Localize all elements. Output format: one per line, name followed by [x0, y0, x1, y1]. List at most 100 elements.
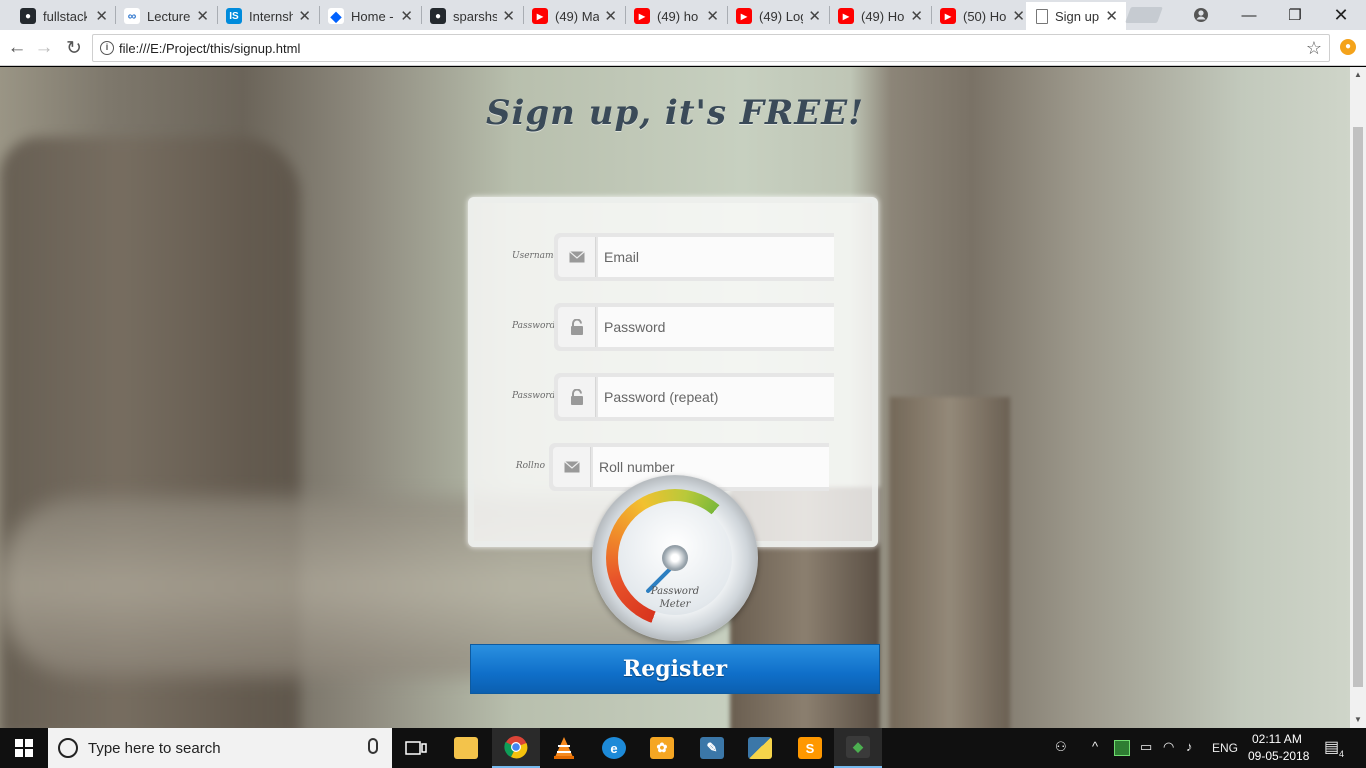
python-icon[interactable]	[736, 728, 784, 768]
close-icon[interactable]: ✕	[604, 7, 617, 25]
email-input[interactable]	[598, 237, 834, 277]
page-scrollbar[interactable]: ▲ ▼	[1350, 67, 1366, 728]
clock-date[interactable]: 09-05-2018	[1248, 749, 1309, 763]
forward-arrow-icon[interactable]: →	[32, 36, 56, 60]
close-icon[interactable]: ✕	[1105, 7, 1118, 25]
youtube-icon: ▶	[634, 8, 650, 24]
tab-label: fullstack	[43, 8, 87, 24]
tab-label: Sign up	[1055, 8, 1099, 24]
url-text[interactable]: file:///E:/Project/this/signup.html	[119, 41, 300, 56]
tab-youtube-4[interactable]: ▶ (49) Ho ✕	[830, 2, 931, 30]
microphone-icon[interactable]	[368, 738, 378, 754]
fl-studio-icon[interactable]: ✿	[638, 728, 686, 768]
tab-label: Internsh	[249, 8, 293, 24]
people-icon[interactable]: ⚇	[1055, 739, 1067, 755]
tab-label: (49) Ma	[555, 8, 599, 24]
tab-label: Lecture	[147, 8, 191, 24]
close-icon[interactable]: ✕	[502, 7, 515, 25]
tab-label: (49) ho	[657, 8, 699, 24]
scroll-down-icon[interactable]: ▼	[1354, 715, 1362, 724]
volume-icon[interactable]: ♪	[1186, 739, 1193, 754]
register-button[interactable]: Register	[470, 644, 880, 694]
chrome-icon[interactable]	[492, 728, 540, 768]
page-icon	[1036, 8, 1048, 24]
dropbox-icon: ◆	[328, 8, 344, 24]
star-icon[interactable]: ☆	[1306, 38, 1322, 59]
youtube-icon: ▶	[736, 8, 752, 24]
clock-time[interactable]: 02:11 AM	[1252, 732, 1302, 746]
language-indicator[interactable]: ENG	[1212, 741, 1238, 755]
meter-hub	[662, 545, 688, 571]
battery-icon[interactable]: ▭	[1140, 739, 1152, 755]
sublime-text-icon[interactable]: S	[786, 728, 834, 768]
tab-internshala[interactable]: IS Internsh ✕	[218, 2, 319, 30]
restore-button[interactable]: ❐	[1272, 0, 1318, 30]
tab-dropbox-home[interactable]: ◆ Home - ✕	[320, 2, 421, 30]
meter-label-line2: Meter	[659, 599, 691, 610]
python-idle-icon[interactable]: ✎	[688, 728, 736, 768]
close-icon[interactable]: ✕	[706, 7, 719, 25]
field-label: Username	[512, 251, 559, 261]
task-view-icon[interactable]	[392, 728, 440, 768]
file-explorer-icon[interactable]	[442, 728, 490, 768]
password-repeat-row: Password	[512, 373, 842, 421]
windows-logo-icon	[15, 739, 33, 757]
tab-sparshs[interactable]: ● sparshs ✕	[422, 2, 523, 30]
windows-start-button[interactable]	[0, 728, 48, 768]
roll-number-input[interactable]	[593, 447, 829, 487]
wifi-icon[interactable]: ◠	[1163, 739, 1174, 755]
git-icon[interactable]: ◆	[834, 728, 882, 768]
password-field-frame	[554, 303, 834, 351]
address-bar[interactable]: i file:///E:/Project/this/signup.html ☆	[92, 34, 1330, 62]
close-icon[interactable]: ✕	[196, 7, 209, 25]
tab-label: (49) Ho	[861, 8, 905, 24]
youtube-icon: ▶	[838, 8, 854, 24]
minimize-button[interactable]: —	[1226, 0, 1272, 30]
new-tab-button[interactable]	[1125, 7, 1163, 23]
tab-label: (49) Log	[759, 8, 803, 24]
info-icon[interactable]: i	[100, 41, 114, 55]
close-icon[interactable]: ✕	[1012, 7, 1025, 25]
field-label: Password	[512, 321, 556, 331]
tab-youtube-1[interactable]: ▶ (49) Ma ✕	[524, 2, 625, 30]
close-icon[interactable]: ✕	[808, 7, 821, 25]
scrollbar-thumb[interactable]	[1353, 127, 1363, 687]
envelope-icon	[553, 447, 591, 487]
windows-taskbar: Type here to search e ✿ ✎ S ◆ ⚇ ^ ▭ ◠ ♪ …	[0, 728, 1366, 768]
show-hidden-icons-icon[interactable]: ^	[1092, 739, 1098, 754]
close-icon[interactable]: ✕	[95, 7, 108, 25]
tab-lecture[interactable]: ∞ Lecture ✕	[116, 2, 217, 30]
extension-icon[interactable]: ●	[1340, 39, 1356, 55]
tab-youtube-2[interactable]: ▶ (49) ho ✕	[626, 2, 727, 30]
close-window-button[interactable]: ✕	[1318, 0, 1364, 30]
taskbar-search-box[interactable]: Type here to search	[48, 728, 392, 768]
page-viewport: Sign up, it's FREE! Username Password	[0, 67, 1350, 728]
vlc-icon[interactable]	[540, 728, 588, 768]
page-title: Sign up, it's FREE!	[485, 93, 865, 133]
field-label: Password	[512, 391, 556, 401]
scroll-up-icon[interactable]: ▲	[1354, 70, 1362, 79]
field-label: Rollno	[515, 461, 545, 471]
tab-youtube-5[interactable]: ▶ (50) Ho ✕	[932, 2, 1033, 30]
tab-youtube-3[interactable]: ▶ (49) Log ✕	[728, 2, 829, 30]
envelope-icon	[558, 237, 596, 277]
lock-icon	[558, 377, 596, 417]
github-icon: ●	[20, 8, 36, 24]
tab-sign-up[interactable]: Sign up ✕	[1026, 2, 1126, 30]
profile-icon[interactable]	[1178, 0, 1224, 30]
tab-label: (50) Ho	[963, 8, 1007, 24]
password-repeat-input[interactable]	[598, 377, 834, 417]
password-repeat-field-frame	[554, 373, 834, 421]
close-icon[interactable]: ✕	[400, 7, 413, 25]
action-center-icon[interactable]: ▤	[1324, 737, 1339, 757]
tab-fullstack[interactable]: ● fullstack ✕	[12, 2, 116, 30]
lock-icon	[558, 307, 596, 347]
password-input[interactable]	[598, 307, 834, 347]
back-arrow-icon[interactable]: ←	[5, 36, 29, 60]
search-placeholder: Type here to search	[88, 740, 221, 757]
reload-icon[interactable]: ↻	[62, 36, 86, 60]
close-icon[interactable]: ✕	[298, 7, 311, 25]
ie-icon[interactable]: e	[590, 728, 638, 768]
tray-app-icon[interactable]	[1114, 740, 1130, 756]
close-icon[interactable]: ✕	[910, 7, 923, 25]
